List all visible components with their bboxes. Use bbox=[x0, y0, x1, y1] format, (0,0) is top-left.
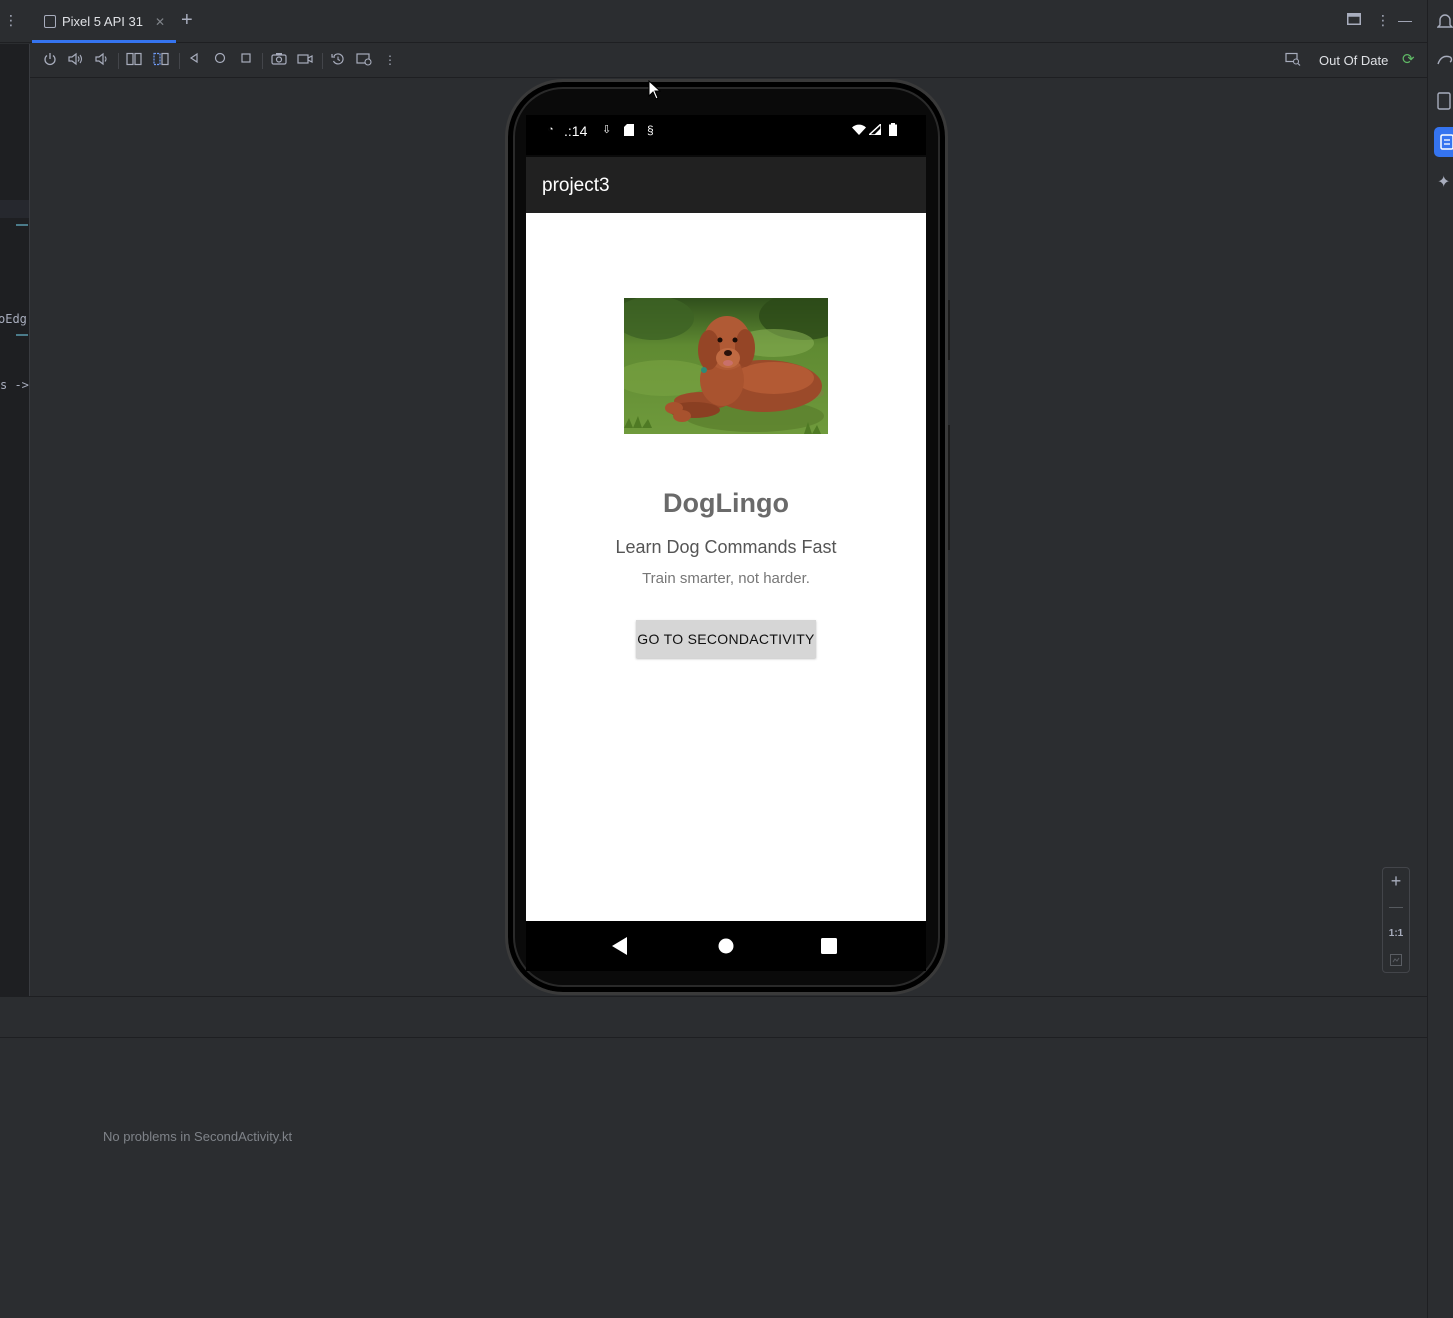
tab-menu-icon[interactable]: ⋮ bbox=[4, 12, 18, 29]
extended-controls-icon[interactable] bbox=[356, 52, 372, 68]
nav-back-icon[interactable] bbox=[612, 937, 628, 960]
wifi-icon bbox=[852, 124, 866, 138]
tab-label: Pixel 5 API 31 bbox=[62, 14, 143, 29]
zoom-control: + — 1:1 bbox=[1382, 867, 1410, 973]
tagline: Train smarter, not harder. bbox=[642, 570, 810, 587]
problems-panel-header bbox=[0, 996, 1427, 1038]
volume-up-icon[interactable] bbox=[67, 52, 83, 68]
device-icon bbox=[44, 15, 56, 28]
window-layout-icon[interactable] bbox=[1347, 12, 1361, 28]
screen-record-icon[interactable] bbox=[297, 52, 313, 68]
power-icon[interactable] bbox=[42, 52, 58, 68]
change-marker bbox=[16, 334, 28, 336]
change-marker bbox=[16, 224, 28, 226]
nav-recents-icon[interactable] bbox=[821, 938, 837, 959]
go-to-second-activity-button[interactable]: GO TO SECONDACTIVITY bbox=[636, 620, 816, 658]
refresh-icon[interactable]: ⟳ bbox=[1402, 50, 1415, 68]
options-icon[interactable]: ⋮ bbox=[1376, 12, 1390, 29]
volume-down-icon[interactable] bbox=[93, 52, 109, 68]
zoom-in-icon[interactable]: + bbox=[1383, 871, 1409, 892]
app-bar: project3 bbox=[526, 157, 926, 213]
android-status-bar: ◔ .:14 ⇩ § bbox=[526, 115, 926, 155]
code-fragment: s -> bbox=[0, 378, 29, 392]
loading-icon: ◔ bbox=[548, 124, 554, 134]
running-devices-tab[interactable] bbox=[1434, 127, 1453, 157]
device-mirroring-icon[interactable] bbox=[1285, 52, 1301, 68]
rotate-right-icon[interactable] bbox=[153, 52, 169, 68]
mouse-cursor-icon bbox=[648, 79, 662, 105]
snapshot-icon[interactable] bbox=[330, 52, 346, 68]
subheading: Learn Dog Commands Fast bbox=[615, 537, 837, 557]
overview-icon[interactable] bbox=[238, 52, 254, 68]
nav-home-icon[interactable] bbox=[718, 938, 734, 959]
zoom-out-icon[interactable]: — bbox=[1383, 898, 1409, 914]
right-tool-stripe: ✦ bbox=[1427, 0, 1453, 1318]
current-line-highlight bbox=[0, 200, 29, 218]
tab-active-indicator bbox=[32, 40, 176, 43]
dog-image bbox=[624, 298, 828, 434]
gradle-icon[interactable] bbox=[1437, 52, 1453, 72]
app-title: project3 bbox=[542, 175, 610, 196]
tab-bar: ⋮ Pixel 5 API 31 ✕ + ⋮ — bbox=[0, 0, 1427, 43]
problems-panel bbox=[0, 1038, 1427, 1318]
status-time: .:14 bbox=[564, 123, 588, 139]
rotate-left-icon[interactable] bbox=[126, 52, 142, 68]
device-manager-icon[interactable] bbox=[1437, 92, 1453, 112]
more-icon[interactable]: ⋮ bbox=[382, 52, 398, 68]
notifications-icon[interactable] bbox=[1436, 12, 1453, 32]
ai-assistant-icon[interactable]: ✦ bbox=[1437, 172, 1453, 192]
battery-icon bbox=[889, 123, 897, 139]
editor-gutter: oEdg s -> bbox=[0, 44, 30, 996]
problems-empty-message: No problems in SecondActivity.kt bbox=[103, 1129, 293, 1144]
sd-card-icon bbox=[624, 124, 634, 139]
emulator-toolbar: ✔ ⋮ Out Of Date ⟳ bbox=[0, 44, 1427, 78]
zoom-fit-icon[interactable] bbox=[1383, 953, 1409, 971]
screenshot-icon[interactable] bbox=[271, 52, 287, 68]
close-tab-icon[interactable]: ✕ bbox=[155, 15, 165, 29]
back-icon[interactable] bbox=[186, 52, 202, 68]
signal-icon bbox=[867, 122, 882, 138]
add-tab-icon[interactable]: + bbox=[181, 9, 193, 31]
tab-pixel-5[interactable]: Pixel 5 API 31 ✕ bbox=[32, 0, 176, 43]
sim-icon: § bbox=[647, 123, 654, 137]
sync-status-label: Out Of Date bbox=[1319, 53, 1389, 68]
home-icon[interactable] bbox=[212, 52, 228, 68]
zoom-actual-size[interactable]: 1:1 bbox=[1383, 928, 1409, 939]
android-nav-bar bbox=[526, 921, 926, 971]
download-icon: ⇩ bbox=[602, 124, 612, 136]
headline: DogLingo bbox=[663, 488, 789, 518]
minimize-icon[interactable]: — bbox=[1398, 12, 1412, 28]
code-fragment: oEdg bbox=[0, 312, 27, 326]
